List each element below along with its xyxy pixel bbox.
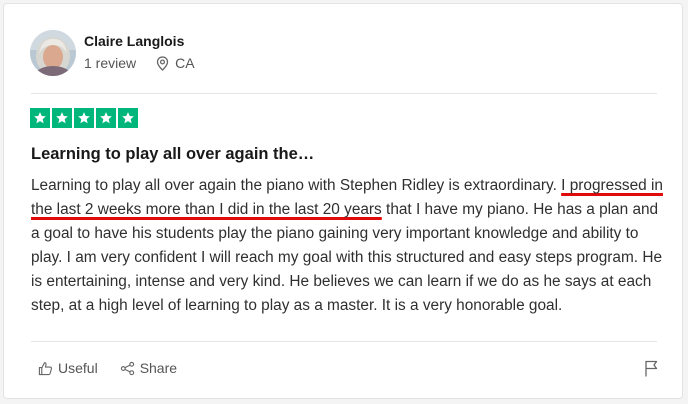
review-card: Claire Langlois 1 review CA Learning to … [3, 3, 683, 399]
star-icon [30, 108, 50, 128]
report-button[interactable] [644, 360, 658, 382]
review-body: Learning to play all over again the pian… [31, 174, 665, 318]
star-icon [96, 108, 116, 128]
star-icon [52, 108, 72, 128]
useful-button[interactable]: Useful [38, 360, 98, 376]
useful-label: Useful [58, 360, 98, 376]
reviewer-location: CA [175, 55, 195, 71]
share-icon [120, 361, 134, 375]
star-rating [30, 108, 138, 128]
review-actions: Useful Share [38, 360, 177, 376]
avatar[interactable] [30, 30, 76, 76]
review-count: 1 review [84, 55, 137, 71]
divider [31, 341, 657, 342]
location-pin-icon [156, 55, 169, 71]
divider [31, 93, 657, 94]
review-title[interactable]: Learning to play all over again the… [31, 145, 314, 164]
flag-icon [645, 360, 658, 377]
review-body-text: Learning to play all over again the pian… [31, 177, 562, 194]
thumbs-up-icon [38, 361, 53, 375]
star-icon [118, 108, 138, 128]
reviewer-name[interactable]: Claire Langlois [84, 33, 184, 49]
share-label: Share [139, 360, 178, 376]
star-icon [74, 108, 94, 128]
share-button[interactable]: Share [120, 360, 177, 376]
reviewer-meta: 1 review CA [84, 55, 195, 71]
